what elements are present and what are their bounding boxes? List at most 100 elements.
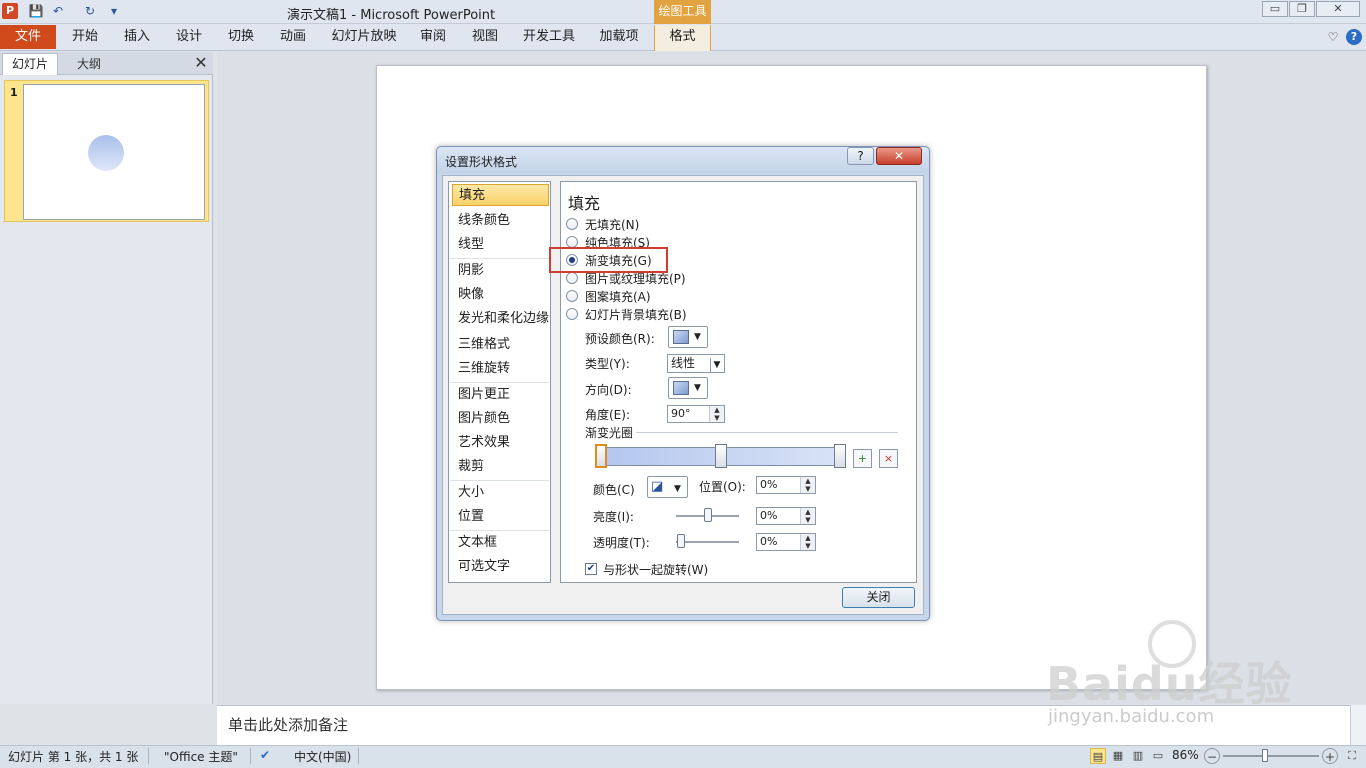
undo-icon[interactable]: ↶ [50, 3, 66, 19]
transparency-thumb[interactable] [677, 534, 685, 548]
tab-format[interactable]: 格式 [654, 25, 711, 51]
zoom-level[interactable]: 86% [1172, 748, 1199, 762]
category-picture-corrections[interactable]: 图片更正 [452, 384, 549, 406]
chevron-down-icon: ▼ [694, 332, 701, 342]
slide-count-status: 幻灯片 第 1 张，共 1 张 [8, 750, 139, 764]
category-fill[interactable]: 填充 [452, 184, 549, 206]
customize-qat-icon[interactable]: ▾ [106, 3, 122, 19]
gradient-stop-2[interactable] [715, 444, 727, 468]
ribbon-minimize-icon[interactable]: ♡ [1324, 25, 1342, 49]
tab-design[interactable]: 设计 [166, 25, 212, 49]
category-divider [450, 530, 549, 531]
brightness-value: 0% [760, 509, 778, 522]
angle-value: 90° [671, 407, 691, 420]
direction-swatch [673, 381, 689, 395]
category-shadow[interactable]: 阴影 [452, 260, 549, 282]
tab-slides[interactable]: 幻灯片 [2, 53, 58, 75]
transparency-slider[interactable] [676, 541, 739, 543]
tab-outline[interactable]: 大纲 [60, 54, 118, 74]
transparency-spinner[interactable]: ▲ ▼ [800, 534, 815, 550]
notes-placeholder[interactable]: 单击此处添加备注 [228, 714, 348, 735]
thumbnail-circle-shape [88, 135, 124, 171]
paint-bucket-icon: ◪ [651, 479, 664, 494]
chevron-down-icon[interactable]: ▼ [710, 358, 723, 373]
maximize-button[interactable]: ❐ [1289, 1, 1315, 17]
category-picture-color[interactable]: 图片颜色 [452, 408, 549, 430]
position-value: 0% [760, 478, 778, 491]
radio-pattern-fill[interactable] [566, 290, 578, 302]
angle-spinner[interactable]: ▲ ▼ [709, 406, 724, 422]
tab-developer[interactable]: 开发工具 [514, 25, 584, 49]
theme-status[interactable]: "Office 主题" [164, 748, 238, 765]
tab-review[interactable]: 审阅 [410, 25, 456, 49]
category-size[interactable]: 大小 [452, 482, 549, 504]
redo-icon[interactable]: ↻ [82, 3, 98, 19]
category-position[interactable]: 位置 [452, 506, 549, 528]
tab-transitions[interactable]: 切换 [218, 25, 264, 49]
zoom-in-button[interactable]: + [1322, 748, 1338, 764]
close-button[interactable]: 关闭 [842, 587, 915, 608]
notes-scrollbar[interactable] [1350, 705, 1366, 745]
chevron-down-icon: ▼ [694, 383, 701, 393]
category-3d-rotation[interactable]: 三维旋转 [452, 358, 549, 380]
close-icon[interactable]: ✕ [192, 54, 210, 72]
spellcheck-icon[interactable]: ✔ [260, 748, 270, 762]
tab-file[interactable]: 文件 [0, 25, 56, 49]
add-stop-icon[interactable]: + [853, 449, 872, 468]
category-3d-format[interactable]: 三维格式 [452, 334, 549, 356]
minimize-button[interactable]: ▭ [1262, 1, 1288, 17]
category-line-color[interactable]: 线条颜色 [452, 210, 549, 232]
zoom-slider-thumb[interactable] [1262, 749, 1268, 762]
fit-to-window-icon[interactable]: ⛶ [1344, 748, 1360, 764]
close-window-button[interactable]: ✕ [1316, 1, 1360, 17]
category-divider [450, 258, 549, 259]
dialog-title: 设置形状格式 [445, 155, 518, 169]
label-pattern-fill[interactable]: 图案填充(A) [585, 288, 651, 305]
reading-view-icon[interactable]: ▥ [1130, 748, 1146, 764]
panel-heading: 填充 [568, 194, 601, 213]
rotate-with-shape-label[interactable]: 与形状一起旋转(W) [603, 561, 708, 578]
gradient-stop-1[interactable] [595, 444, 607, 468]
status-separator [358, 748, 359, 764]
category-alt-text[interactable]: 可选文字 [452, 556, 549, 578]
help-icon[interactable]: ? [1346, 29, 1362, 45]
slide-sorter-icon[interactable]: ▦ [1110, 748, 1126, 764]
tab-addins[interactable]: 加载项 [590, 25, 648, 49]
tab-insert[interactable]: 插入 [114, 25, 160, 49]
rotate-with-shape-checkbox[interactable]: ✔ [585, 563, 597, 575]
normal-view-icon[interactable]: ▤ [1090, 748, 1106, 764]
position-spinner[interactable]: ▲ ▼ [800, 477, 815, 493]
label-background-fill[interactable]: 幻灯片背景填充(B) [585, 306, 687, 323]
zoom-out-button[interactable]: − [1204, 748, 1220, 764]
category-reflection[interactable]: 映像 [452, 284, 549, 306]
label-no-fill[interactable]: 无填充(N) [585, 216, 639, 233]
tab-animations[interactable]: 动画 [270, 25, 316, 49]
save-icon[interactable]: 💾 [28, 3, 44, 19]
brightness-spinner[interactable]: ▲ ▼ [800, 508, 815, 524]
tab-home[interactable]: 开始 [62, 25, 108, 49]
section-rule [636, 432, 898, 433]
type-label: 类型(Y): [585, 357, 630, 371]
remove-stop-icon[interactable]: × [879, 449, 898, 468]
category-text-box[interactable]: 文本框 [452, 532, 549, 554]
zoom-slider-track[interactable] [1223, 755, 1319, 757]
direction-label: 方向(D): [585, 383, 632, 397]
language-status[interactable]: 中文(中国) [294, 748, 351, 765]
radio-background-fill[interactable] [566, 308, 578, 320]
dialog-help-button[interactable]: ? [847, 147, 874, 165]
category-divider [450, 382, 549, 383]
gradient-stop-3[interactable] [834, 444, 846, 468]
category-line-style[interactable]: 线型 [452, 234, 549, 256]
category-crop[interactable]: 裁剪 [452, 456, 549, 478]
category-artistic-effects[interactable]: 艺术效果 [452, 432, 549, 454]
category-glow-soft-edges[interactable]: 发光和柔化边缘 [452, 308, 549, 330]
radio-no-fill[interactable] [566, 218, 578, 230]
radio-picture-fill[interactable] [566, 272, 578, 284]
transparency-label: 透明度(T): [593, 536, 650, 550]
slideshow-icon[interactable]: ▭ [1150, 748, 1166, 764]
tab-view[interactable]: 视图 [462, 25, 508, 49]
powerpoint-app-icon[interactable]: P [2, 3, 18, 19]
dialog-close-button[interactable]: ✕ [876, 147, 922, 165]
brightness-thumb[interactable] [704, 508, 712, 522]
tab-slideshow[interactable]: 幻灯片放映 [322, 25, 406, 49]
